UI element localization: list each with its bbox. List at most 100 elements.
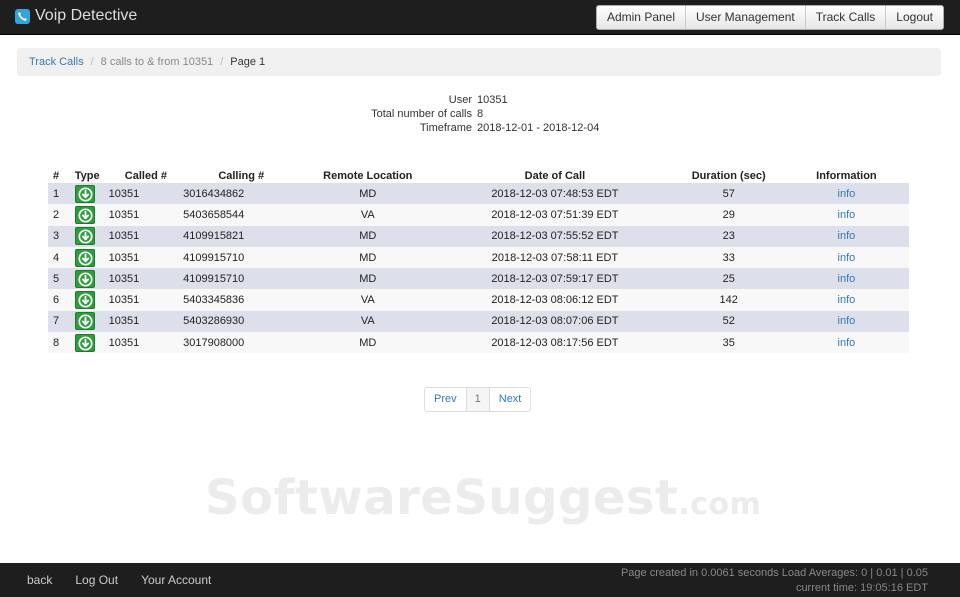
total-calls-value: 8 [477, 108, 484, 120]
current-page-button[interactable]: 1 [465, 388, 489, 411]
breadcrumb-current-page: Page 1 [230, 56, 266, 68]
download-arrow-icon[interactable] [74, 312, 95, 331]
table-header-row: # Type Called # Calling # Remote Locatio… [48, 169, 909, 183]
calling-number: 3016434862 [183, 183, 300, 205]
call-type-cell [74, 332, 109, 354]
duration: 33 [673, 246, 784, 269]
download-arrow-icon[interactable] [74, 227, 95, 246]
calling-number: 4109915710 [183, 246, 300, 269]
download-arrow-icon[interactable] [74, 333, 95, 352]
timeframe-value: 2018-12-01 - 2018-12-04 [477, 122, 600, 134]
row-number: 1 [48, 183, 75, 205]
info-link[interactable]: info [838, 230, 856, 242]
header-information: Information [816, 170, 877, 182]
header-num: # [53, 170, 60, 182]
download-arrow-icon[interactable] [74, 269, 95, 288]
row-number: 4 [48, 246, 75, 269]
row-number: 8 [48, 332, 75, 354]
timeframe-label: Timeframe [419, 122, 472, 134]
table-row: 4 10351 4109915710 MD 2018-12-03 07:58:11 ED… [48, 246, 909, 269]
logout-button[interactable]: Logout [885, 6, 943, 29]
download-arrow-icon[interactable] [74, 291, 95, 310]
download-arrow-icon[interactable] [74, 205, 95, 224]
download-arrow-icon[interactable] [74, 248, 95, 267]
log-out-link[interactable]: Log Out [75, 573, 118, 587]
row-number: 7 [48, 310, 75, 333]
info-link[interactable]: info [838, 252, 856, 264]
info-cell: info [783, 225, 909, 247]
admin-panel-button[interactable]: Admin Panel [596, 6, 686, 29]
header-remote-location: Remote Location [323, 170, 413, 182]
called-number: 10351 [108, 268, 184, 290]
called-number: 10351 [108, 310, 184, 333]
called-number: 10351 [108, 225, 184, 247]
your-account-link[interactable]: Your Account [141, 573, 211, 587]
info-link[interactable]: info [838, 294, 856, 306]
remote-location: VA [299, 310, 437, 333]
user-management-button[interactable]: User Management [685, 6, 805, 29]
duration: 35 [673, 332, 784, 354]
remote-location: MD [299, 246, 437, 269]
info-cell: info [783, 246, 909, 269]
info-link[interactable]: info [838, 337, 856, 349]
info-cell: info [783, 332, 909, 354]
watermark-text: SoftwareSuggest [205, 470, 679, 526]
call-type-cell [74, 268, 109, 290]
calling-number: 5403658544 [183, 204, 300, 226]
date-of-call: 2018-12-03 07:48:53 EDT [436, 183, 674, 205]
table-row: 2 10351 5403658544 VA 2018-12-03 07:51:39 ED… [48, 204, 909, 226]
breadcrumb-calls-summary: 8 calls to & from 10351 [100, 56, 214, 68]
download-arrow-icon[interactable] [74, 184, 95, 203]
call-type-cell [74, 289, 109, 311]
calling-number: 3017908000 [183, 332, 300, 354]
row-number: 6 [48, 289, 75, 311]
remote-location: MD [299, 268, 437, 290]
remote-location: VA [299, 289, 437, 311]
calling-number: 4109915821 [183, 225, 300, 247]
call-type-cell [74, 225, 109, 247]
info-link[interactable]: info [838, 315, 856, 327]
header-called: Called # [124, 170, 167, 182]
brand[interactable]: Voip Detective [15, 7, 137, 25]
info-cell: info [783, 268, 909, 290]
load-stats: Page created in 0.0061 seconds Load Aver… [620, 567, 928, 579]
user-value: 10351 [477, 94, 508, 106]
info-link[interactable]: info [838, 209, 856, 221]
duration: 25 [673, 268, 784, 290]
info-link[interactable]: info [838, 273, 856, 285]
calling-number: 5403286930 [183, 310, 300, 333]
table-row: 3 10351 4109915821 MD 2018-12-03 07:55:52 ED… [48, 225, 909, 247]
called-number: 10351 [108, 332, 184, 354]
info-cell: info [783, 310, 909, 333]
call-type-cell [74, 183, 109, 205]
date-of-call: 2018-12-03 07:55:52 EDT [436, 225, 674, 247]
info-cell: info [783, 183, 909, 205]
breadcrumb-track-calls[interactable]: Track Calls [29, 56, 84, 68]
back-link[interactable]: back [27, 573, 52, 587]
calls-table: # Type Called # Calling # Remote Locatio… [48, 169, 909, 354]
table-row: 6 10351 5403345836 VA 2018-12-03 08:06:12 ED… [48, 289, 909, 311]
top-nav-buttons: Admin Panel User Management Track Calls … [595, 5, 944, 30]
call-type-cell [74, 310, 109, 333]
table-row: 8 10351 3017908000 MD 2018-12-03 08:17:56 ED… [48, 332, 909, 354]
duration: 23 [673, 225, 784, 247]
duration: 142 [673, 289, 784, 311]
next-page-button[interactable]: Next [488, 388, 531, 411]
table-row: 7 10351 5403286930 VA 2018-12-03 08:07:06 ED… [48, 310, 909, 333]
calling-number: 4109915710 [183, 268, 300, 290]
row-number: 5 [48, 268, 75, 290]
duration: 29 [673, 204, 784, 226]
track-calls-button[interactable]: Track Calls [804, 6, 886, 29]
prev-page-button[interactable]: Prev [425, 388, 466, 411]
header-duration: Duration (sec) [691, 170, 766, 182]
info-link[interactable]: info [838, 188, 856, 200]
call-summary: User 10351 Total number of calls 8 Timef… [0, 93, 960, 135]
called-number: 10351 [108, 204, 184, 226]
date-of-call: 2018-12-03 08:17:56 EDT [436, 332, 674, 354]
called-number: 10351 [108, 289, 184, 311]
row-number: 3 [48, 225, 75, 247]
date-of-call: 2018-12-03 07:58:11 EDT [436, 246, 674, 269]
remote-location: MD [299, 332, 437, 354]
info-cell: info [783, 289, 909, 311]
date-of-call: 2018-12-03 07:51:39 EDT [436, 204, 674, 226]
